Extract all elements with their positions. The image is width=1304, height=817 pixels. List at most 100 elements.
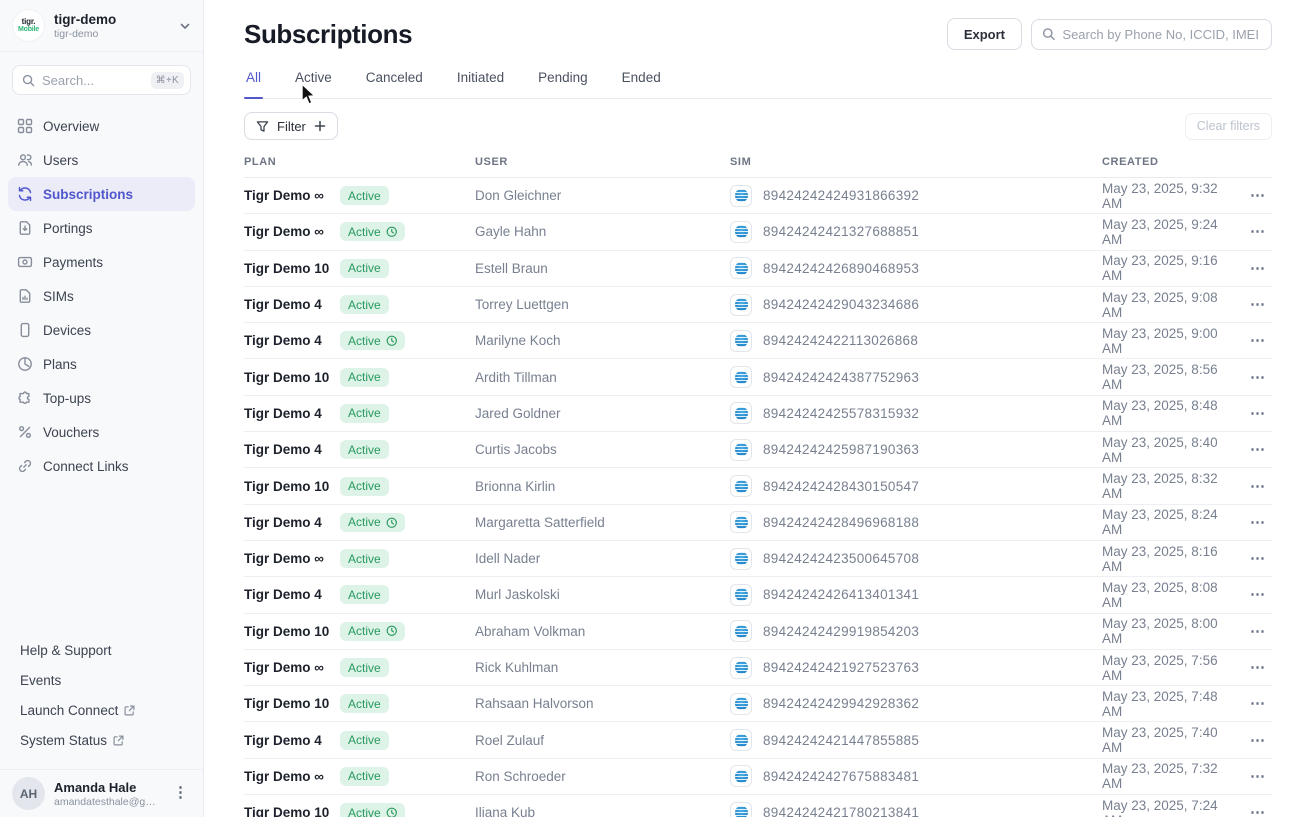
row-actions-button[interactable]: ⋯ xyxy=(1244,513,1272,532)
table-row[interactable]: Tigr Demo ∞ Active Gayle Hahn 8942424242… xyxy=(244,214,1272,250)
row-actions-button[interactable]: ⋯ xyxy=(1244,803,1272,817)
sidebar-item-subscriptions[interactable]: Subscriptions xyxy=(8,177,195,211)
plan-name: Tigr Demo 4 xyxy=(244,406,340,421)
sidebar-item-users[interactable]: Users xyxy=(8,143,195,177)
row-actions-button[interactable]: ⋯ xyxy=(1244,585,1272,604)
created-timestamp: May 23, 2025, 7:56 AM xyxy=(1102,653,1234,683)
status-badge: Active xyxy=(340,585,389,604)
tab-active[interactable]: Active xyxy=(293,64,334,98)
table-row[interactable]: Tigr Demo 4 Active Curtis Jacobs 8942424… xyxy=(244,432,1272,468)
plan-name: Tigr Demo 4 xyxy=(244,297,340,312)
table-row[interactable]: Tigr Demo 10 Active Rahsaan Halvorson 89… xyxy=(244,686,1272,722)
help-support-link[interactable]: Help & Support xyxy=(20,635,183,665)
table-row[interactable]: Tigr Demo 10 Active Brionna Kirlin 89424… xyxy=(244,468,1272,504)
sidebar-item-plans[interactable]: Plans xyxy=(8,347,195,381)
row-actions-button[interactable]: ⋯ xyxy=(1244,259,1272,278)
status-badge: Active xyxy=(340,622,405,641)
table-row[interactable]: Tigr Demo 4 Active Jared Goldner 8942424… xyxy=(244,396,1272,432)
column-header-plan: PLAN xyxy=(244,156,475,168)
table-row[interactable]: Tigr Demo ∞ Active Rick Kuhlman 89424242… xyxy=(244,650,1272,686)
tab-initiated[interactable]: Initiated xyxy=(455,64,506,98)
profile-section[interactable]: AH Amanda Hale amandatesthale@gma... ⋮ xyxy=(0,769,203,817)
row-actions-button[interactable]: ⋯ xyxy=(1244,549,1272,568)
plan-name: Tigr Demo 4 xyxy=(244,442,340,457)
percent-icon xyxy=(17,424,33,440)
row-actions-button[interactable]: ⋯ xyxy=(1244,622,1272,641)
plan-name: Tigr Demo 10 xyxy=(244,370,340,385)
user-name: Brionna Kirlin xyxy=(475,479,730,494)
status-badge-label: Active xyxy=(348,299,381,311)
status-badge: Active xyxy=(340,186,389,205)
foot-link-label: Help & Support xyxy=(20,643,112,658)
status-badge: Active xyxy=(340,331,405,350)
status-badge-label: Active xyxy=(348,371,381,383)
export-button[interactable]: Export xyxy=(947,18,1022,50)
row-actions-button[interactable]: ⋯ xyxy=(1244,404,1272,423)
tab-pending[interactable]: Pending xyxy=(536,64,590,98)
workspace-switcher[interactable]: tigr. Mobile tigr-demo tigr-demo xyxy=(0,0,203,52)
sim-iccid: 89424242428496968188 xyxy=(763,515,919,530)
launch-connect-link[interactable]: Launch Connect xyxy=(20,695,183,725)
clear-filters-button[interactable]: Clear filters xyxy=(1185,113,1272,140)
sim-iccid: 89424242427675883481 xyxy=(763,769,919,784)
table-row[interactable]: Tigr Demo 10 Active Abraham Volkman 8942… xyxy=(244,614,1272,650)
esim-icon xyxy=(730,221,752,243)
row-actions-button[interactable]: ⋯ xyxy=(1244,731,1272,750)
table-row[interactable]: Tigr Demo 10 Active Iliana Kub 894242424… xyxy=(244,795,1272,817)
chevron-down-icon xyxy=(179,20,191,32)
table-row[interactable]: Tigr Demo 4 Active Marilyne Koch 8942424… xyxy=(244,323,1272,359)
sidebar-item-devices[interactable]: Devices xyxy=(8,313,195,347)
row-actions-button[interactable]: ⋯ xyxy=(1244,767,1272,786)
status-badge-label: Active xyxy=(348,770,381,782)
user-name: Roel Zulauf xyxy=(475,733,730,748)
row-actions-button[interactable]: ⋯ xyxy=(1244,222,1272,241)
row-actions-button[interactable]: ⋯ xyxy=(1244,331,1272,350)
user-name: Idell Nader xyxy=(475,551,730,566)
tab-all[interactable]: All xyxy=(244,64,263,98)
table-search-input[interactable]: Search by Phone No, ICCID, IMEI o xyxy=(1031,19,1272,50)
created-timestamp: May 23, 2025, 9:00 AM xyxy=(1102,326,1234,356)
table-row[interactable]: Tigr Demo 10 Active Ardith Tillman 89424… xyxy=(244,359,1272,395)
table-row[interactable]: Tigr Demo ∞ Active Idell Nader 894242424… xyxy=(244,541,1272,577)
sidebar-search-input[interactable]: Search... ⌘+K xyxy=(12,65,191,95)
sim-iccid: 89424242426890468953 xyxy=(763,261,919,276)
sim-iccid: 89424242421780213841 xyxy=(763,805,919,817)
table-row[interactable]: Tigr Demo 4 Active Margaretta Satterfiel… xyxy=(244,505,1272,541)
created-timestamp: May 23, 2025, 7:32 AM xyxy=(1102,761,1234,791)
table-row[interactable]: Tigr Demo ∞ Active Don Gleichner 8942424… xyxy=(244,178,1272,214)
row-actions-button[interactable]: ⋯ xyxy=(1244,440,1272,459)
table-row[interactable]: Tigr Demo 4 Active Torrey Luettgen 89424… xyxy=(244,287,1272,323)
sim-iccid: 89424242429919854203 xyxy=(763,624,919,639)
tab-ended[interactable]: Ended xyxy=(620,64,663,98)
table-row[interactable]: Tigr Demo 4 Active Roel Zulauf 894242424… xyxy=(244,722,1272,758)
row-actions-button[interactable]: ⋯ xyxy=(1244,477,1272,496)
sidebar-item-topups[interactable]: Top-ups xyxy=(8,381,195,415)
esim-icon xyxy=(730,765,752,787)
esim-icon xyxy=(730,294,752,316)
row-actions-button[interactable]: ⋯ xyxy=(1244,694,1272,713)
row-actions-button[interactable]: ⋯ xyxy=(1244,295,1272,314)
sidebar-item-sims[interactable]: SIMs xyxy=(8,279,195,313)
row-actions-button[interactable]: ⋯ xyxy=(1244,186,1272,205)
sidebar-item-portings[interactable]: Portings xyxy=(8,211,195,245)
sidebar-item-vouchers[interactable]: Vouchers xyxy=(8,415,195,449)
sim-card-icon xyxy=(17,288,33,304)
tab-canceled[interactable]: Canceled xyxy=(364,64,425,98)
events-link[interactable]: Events xyxy=(20,665,183,695)
table-row[interactable]: Tigr Demo 4 Active Murl Jaskolski 894242… xyxy=(244,577,1272,613)
filter-button[interactable]: Filter xyxy=(244,112,338,140)
esim-icon xyxy=(730,366,752,388)
page-title: Subscriptions xyxy=(244,19,947,50)
user-name: Ardith Tillman xyxy=(475,370,730,385)
sidebar-item-payments[interactable]: Payments xyxy=(8,245,195,279)
system-status-link[interactable]: System Status xyxy=(20,725,183,755)
row-actions-button[interactable]: ⋯ xyxy=(1244,368,1272,387)
profile-menu-button[interactable]: ⋮ xyxy=(168,788,193,799)
sidebar-item-connect-links[interactable]: Connect Links xyxy=(8,449,195,483)
table-row[interactable]: Tigr Demo ∞ Active Ron Schroeder 8942424… xyxy=(244,759,1272,795)
created-timestamp: May 23, 2025, 8:32 AM xyxy=(1102,471,1234,501)
table-row[interactable]: Tigr Demo 10 Active Estell Braun 8942424… xyxy=(244,251,1272,287)
row-actions-button[interactable]: ⋯ xyxy=(1244,658,1272,677)
status-badge: Active xyxy=(340,513,405,532)
sidebar-item-overview[interactable]: Overview xyxy=(8,109,195,143)
